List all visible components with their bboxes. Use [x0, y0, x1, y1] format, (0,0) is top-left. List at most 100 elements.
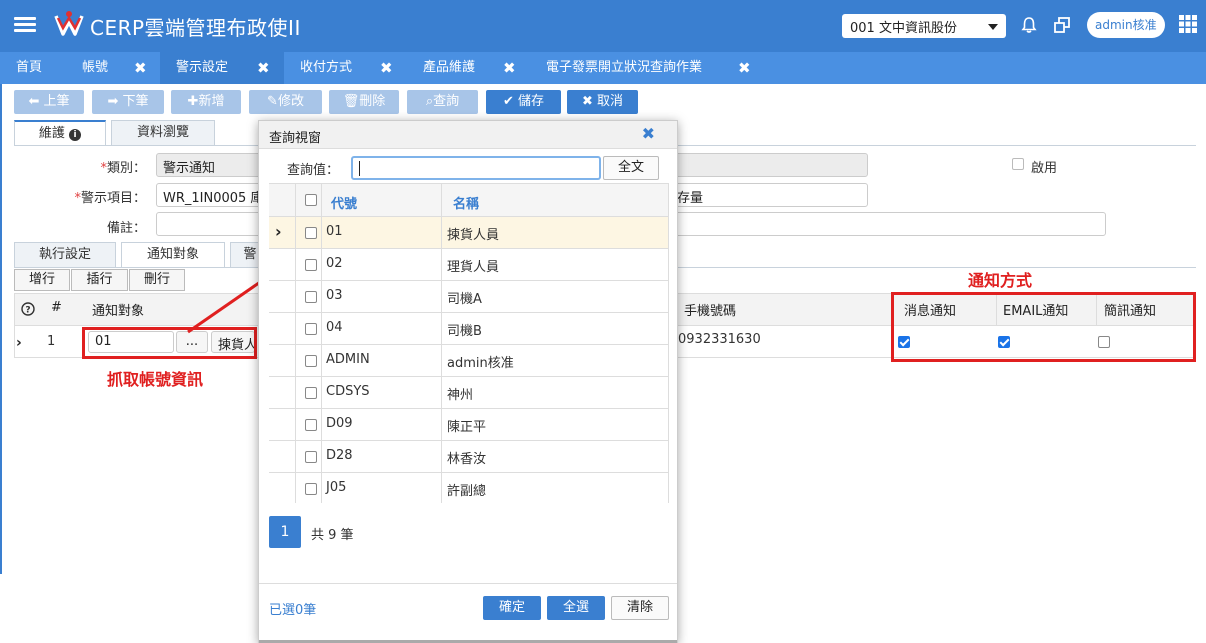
row-name: 神州	[447, 388, 474, 403]
col-divider	[668, 183, 669, 503]
row-code: 01	[326, 224, 343, 239]
row-name: 司機A	[447, 292, 482, 307]
page-1-button[interactable]: 1	[269, 516, 301, 548]
dialog-close-icon[interactable]: ✖	[642, 124, 655, 143]
table-row[interactable]: CDSYS 神州	[269, 377, 669, 409]
row-code: CDSYS	[326, 384, 370, 399]
row-checkbox[interactable]	[305, 419, 317, 431]
tab-alert-settings-close-icon[interactable]: ✖	[257, 52, 270, 84]
cancel-button[interactable]: ✖ 取消	[567, 90, 638, 114]
row-code: 04	[326, 320, 343, 335]
row-checkbox[interactable]	[305, 355, 317, 367]
select-all-button[interactable]: 全選	[547, 596, 605, 620]
left-border	[0, 84, 2, 574]
page-tabs-bar: 首頁 帳號 ✖ 警示設定 ✖ 收付方式 ✖ 產品維護 ✖ 電子發票開立狀況查詢作…	[0, 52, 1206, 84]
tab-notify-target[interactable]: 通知對象	[121, 242, 225, 268]
windows-icon[interactable]	[1053, 16, 1071, 34]
app-title: CERP雲端管理布政使II	[90, 16, 301, 40]
lookup-table: 代號 名稱 › 01 揀貨人員 02 理貨人員 03 司機A 04 司機B ADMIN admin核…	[269, 183, 669, 503]
insert-row-button[interactable]: 插行	[71, 269, 128, 291]
row-code: D09	[326, 416, 353, 431]
company-select-value: 001 文中資訊股份	[850, 21, 957, 36]
info-icon: i	[69, 129, 82, 141]
grid-col-num: #	[51, 300, 62, 315]
row-name: 陳正平	[447, 420, 487, 435]
table-row[interactable]: › 01 揀貨人員	[269, 217, 669, 249]
query-value-input[interactable]	[351, 156, 601, 180]
col-divider	[295, 183, 296, 503]
row-name: admin核准	[447, 356, 514, 371]
alert-item-label: *警示項目：	[74, 191, 146, 206]
add-button[interactable]: ✚新增	[171, 90, 241, 114]
notify-method-highlight	[891, 292, 1196, 362]
user-menu[interactable]: admin核准	[1087, 12, 1165, 38]
row-checkbox[interactable]	[305, 323, 317, 335]
remark-label: 備註：	[106, 221, 146, 236]
save-button[interactable]: ✔ 儲存	[486, 90, 561, 114]
table-row[interactable]: ADMIN admin核准	[269, 345, 669, 377]
table-row[interactable]: 02 理貨人員	[269, 249, 669, 281]
tab-product-maintain-close-icon[interactable]: ✖	[503, 52, 516, 84]
tab-product-maintain[interactable]: 產品維護	[423, 52, 475, 84]
total-count: 共 9 筆	[311, 528, 354, 543]
tab-payment-method-close-icon[interactable]: ✖	[380, 52, 393, 84]
row-code: 03	[326, 288, 343, 303]
cerp-logo-icon	[54, 11, 84, 36]
delete-row-button[interactable]: 刪行	[129, 269, 185, 291]
grid-col-target: 通知對象	[92, 304, 145, 319]
help-icon[interactable]: ?	[21, 302, 35, 316]
tab-data-browse[interactable]: 資料瀏覽	[111, 120, 215, 146]
fetch-account-annotation: 抓取帳號資訊	[107, 370, 204, 389]
trash-icon: 🗑	[342, 94, 360, 109]
text-cursor	[359, 161, 360, 176]
row-checkbox[interactable]	[305, 259, 317, 271]
row-name: 揀貨人員	[447, 228, 500, 243]
delete-button[interactable]: 🗑刪除	[329, 90, 399, 114]
top-header: CERP雲端管理布政使II 001 文中資訊股份 admin核准	[0, 0, 1206, 52]
row-code: J05	[326, 480, 347, 495]
edit-button[interactable]: ✎修改	[249, 90, 322, 114]
clear-button[interactable]: 清除	[611, 596, 669, 620]
tab-maintain[interactable]: 維護 i	[14, 120, 106, 146]
table-row[interactable]: J05 許副總	[269, 473, 669, 503]
dialog-title: 查詢視窗	[269, 131, 322, 146]
plus-icon: ✚	[187, 94, 199, 109]
tab-account-close-icon[interactable]: ✖	[134, 52, 147, 84]
confirm-button[interactable]: 確定	[483, 596, 541, 620]
table-row[interactable]: D09 陳正平	[269, 409, 669, 441]
svg-text:?: ?	[25, 306, 30, 316]
next-record-button[interactable]: ➡ 下筆	[92, 90, 164, 114]
row-checkbox[interactable]	[305, 291, 317, 303]
tab-payment-method[interactable]: 收付方式	[300, 52, 352, 84]
hamburger-menu-icon[interactable]	[14, 14, 36, 36]
apps-grid-icon[interactable]	[1178, 14, 1198, 34]
prev-record-button[interactable]: ⬅ 上筆	[14, 90, 84, 114]
select-all-checkbox[interactable]	[305, 194, 317, 206]
tab-home[interactable]: 首頁	[16, 52, 42, 84]
query-button[interactable]: ⌕查詢	[407, 90, 478, 114]
table-row[interactable]: 03 司機A	[269, 281, 669, 313]
fulltext-button[interactable]: 全文	[603, 156, 659, 180]
row-checkbox[interactable]	[305, 227, 317, 239]
tab-einvoice-query-close-icon[interactable]: ✖	[738, 52, 751, 84]
row-checkbox[interactable]	[305, 451, 317, 463]
add-row-button[interactable]: 增行	[14, 269, 70, 291]
col-divider	[441, 183, 442, 503]
dialog-title-bar: 查詢視窗 ✖	[259, 121, 677, 149]
row-checkbox[interactable]	[305, 483, 317, 495]
enabled-label: 啟用	[1031, 161, 1058, 176]
row-name: 林香汝	[447, 452, 487, 467]
tab-einvoice-query[interactable]: 電子發票開立狀況查詢作業	[546, 52, 702, 84]
tab-account[interactable]: 帳號	[82, 52, 108, 84]
table-row[interactable]: D28 林香汝	[269, 441, 669, 473]
chevron-down-icon	[988, 24, 998, 30]
company-select[interactable]: 001 文中資訊股份	[842, 14, 1006, 38]
bell-icon[interactable]	[1020, 16, 1038, 34]
row-checkbox[interactable]	[305, 387, 317, 399]
table-row[interactable]: 04 司機B	[269, 313, 669, 345]
row-name: 司機B	[447, 324, 482, 339]
arrow-right-icon: ➡	[107, 94, 119, 109]
tab-exec-settings[interactable]: 執行設定	[14, 242, 116, 268]
enabled-checkbox[interactable]	[1012, 158, 1024, 170]
row-code: D28	[326, 448, 353, 463]
